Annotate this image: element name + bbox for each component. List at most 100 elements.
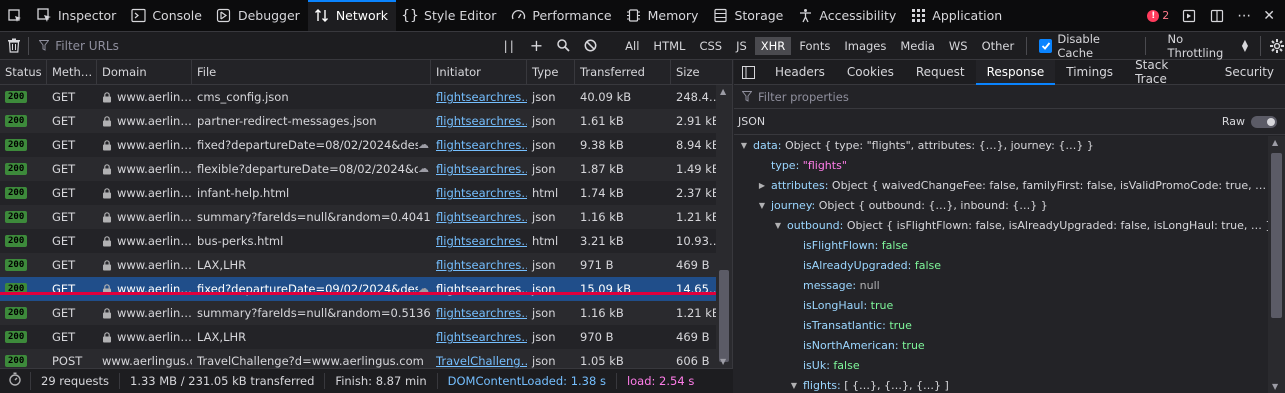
initiator-link[interactable]: flightsearchres…	[436, 277, 527, 301]
details-tab-response[interactable]: Response	[975, 60, 1056, 85]
table-row[interactable]: 200 GET www.aerlin… fixed?departureDate=09/…	[0, 277, 732, 301]
column-header-file[interactable]: File	[192, 59, 431, 85]
details-tab-timings[interactable]: Timings	[1055, 60, 1124, 84]
expanded-chevron-icon[interactable]: ▼	[738, 141, 750, 150]
tab-console[interactable]: Console	[124, 0, 210, 31]
table-row[interactable]: 200 GET www.aerlin… summary?fareIds=null&ra…	[0, 205, 732, 229]
table-row[interactable]: 200 GET www.aerlin… infant-help.html flights…	[0, 181, 732, 205]
element-picker-button[interactable]	[0, 0, 30, 31]
initiator-link[interactable]: flightsearchres…	[436, 229, 527, 253]
table-row[interactable]: 200 GET www.aerlin… fixed?departureDate=08/…	[0, 133, 732, 157]
more-options-icon[interactable]: ⋯	[1237, 8, 1251, 24]
column-header-initiator[interactable]: Initiator	[431, 59, 527, 85]
raw-toggle[interactable]: Raw	[1222, 115, 1277, 128]
collapsed-chevron-icon[interactable]: ▶	[756, 181, 768, 190]
performance-analysis-button[interactable]	[0, 372, 31, 390]
json-key: message:	[803, 278, 857, 292]
initiator-link[interactable]: flightsearchres…	[436, 253, 527, 277]
scroll-up-icon[interactable]: ▲	[720, 87, 726, 96]
request-list-scrollbar[interactable]: ▲ ▼	[716, 85, 732, 368]
filter-type-media[interactable]: Media	[894, 37, 941, 55]
table-row[interactable]: 200 GET www.aerlin… bus-perks.html flightsea…	[0, 229, 732, 253]
console-icon	[130, 8, 146, 24]
tab-style-editor[interactable]: {} Style Editor	[396, 0, 504, 31]
clear-button[interactable]	[0, 38, 28, 53]
expanded-chevron-icon[interactable]: ▼	[788, 381, 800, 390]
filter-type-other[interactable]: Other	[976, 37, 1021, 55]
network-settings-button[interactable]	[1259, 35, 1285, 56]
size-cell: 1.21 kB	[676, 306, 717, 320]
details-tab-security[interactable]: Security	[1214, 60, 1285, 84]
throttling-select[interactable]: No Throttling ▲ ▼	[1158, 32, 1248, 60]
filter-type-js[interactable]: JS	[730, 37, 753, 55]
expanded-chevron-icon[interactable]: ▼	[772, 221, 784, 230]
json-tree-row[interactable]: ▼ outbound: Object { isFlightFlown: false…	[734, 215, 1285, 235]
filter-type-ws[interactable]: WS	[943, 37, 974, 55]
details-tab-request[interactable]: Request	[905, 60, 976, 84]
filter-properties-input[interactable]: Filter properties	[734, 85, 1285, 109]
toggle-sidebar-button[interactable]	[734, 60, 764, 84]
column-header-size[interactable]: Size	[671, 60, 717, 85]
initiator-link[interactable]: flightsearchres…	[436, 109, 527, 133]
search-icon[interactable]	[557, 39, 570, 52]
add-request-icon[interactable]: +	[530, 36, 543, 55]
scroll-down-icon[interactable]: ▼	[720, 357, 726, 366]
table-row[interactable]: 200 GET www.aerlin… summary?fareIds=null&ra…	[0, 301, 732, 325]
table-row[interactable]: 200 GET www.aerlin… cms_config.json flightse…	[0, 85, 732, 109]
column-header-type[interactable]: Type	[527, 59, 575, 85]
tab-application[interactable]: Application	[904, 0, 1010, 31]
table-row[interactable]: 200 GET www.aerlin… flexible?departureDate=…	[0, 157, 732, 181]
json-key: isFlightFlown:	[803, 238, 879, 252]
initiator-link[interactable]: flightsearchres…	[436, 85, 527, 109]
filter-urls-input[interactable]: Filter URLs	[29, 39, 501, 53]
table-row[interactable]: 200 GET www.aerlin… partner-redirect-messag…	[0, 109, 732, 133]
close-icon[interactable]: ✕	[1263, 8, 1275, 24]
details-tab-headers[interactable]: Headers	[764, 60, 836, 84]
tab-inspector[interactable]: Inspector	[30, 0, 124, 31]
column-header-domain[interactable]: Domain	[97, 59, 192, 85]
json-tree-row[interactable]: ▼ journey: Object { outbound: {…}, inboun…	[734, 195, 1285, 215]
initiator-link[interactable]: flightsearchres…	[436, 325, 527, 349]
json-tree-row[interactable]: ▼ data: Object { type: "flights", attribu…	[734, 135, 1285, 155]
initiator-link[interactable]: flightsearchres…	[436, 133, 527, 157]
tab-network[interactable]: Network	[307, 0, 397, 31]
scrollbar-thumb[interactable]	[1271, 153, 1282, 318]
filter-type-html[interactable]: HTML	[647, 37, 691, 55]
column-header-method[interactable]: Meth…	[47, 59, 97, 85]
settings-icon[interactable]	[1181, 8, 1197, 24]
tab-performance[interactable]: Performance	[504, 0, 619, 31]
error-count-button[interactable]: ! 2	[1147, 9, 1169, 22]
table-row[interactable]: 200 GET www.aerlin… LAX,LHR flightsearchres……	[0, 253, 732, 277]
tab-debugger[interactable]: Debugger	[210, 0, 308, 31]
initiator-link[interactable]: flightsearchres…	[436, 205, 527, 229]
json-tree-row[interactable]: ▶ attributes: Object { waivedChangeFee: f…	[734, 175, 1285, 195]
initiator-link[interactable]: flightsearchres…	[436, 181, 527, 205]
initiator-link[interactable]: flightsearchres…	[436, 301, 527, 325]
tab-storage[interactable]: Storage	[706, 0, 791, 31]
size-cell: 2.91 kB	[676, 114, 717, 128]
tab-accessibility[interactable]: Accessibility	[791, 0, 904, 31]
table-row[interactable]: 200 GET www.aerlin… LAX,LHR flightsearchres……	[0, 325, 732, 349]
status-badge: 200	[5, 115, 28, 127]
tab-memory[interactable]: Memory	[620, 0, 707, 31]
column-header-status[interactable]: Status	[0, 59, 47, 85]
json-tree-row[interactable]: ▼ flights: [ {…}, {…}, {…} ]	[734, 375, 1285, 393]
filter-type-css[interactable]: CSS	[693, 37, 728, 55]
filter-type-images[interactable]: Images	[838, 37, 892, 55]
filter-type-fonts[interactable]: Fonts	[793, 37, 836, 55]
details-tab-cookies[interactable]: Cookies	[836, 60, 905, 84]
scroll-up-icon[interactable]: ▲	[1272, 138, 1278, 147]
details-tab-stack-trace[interactable]: Stack Trace	[1124, 58, 1214, 86]
dock-toggle-icon[interactable]	[1209, 8, 1225, 24]
filter-type-all[interactable]: All	[619, 37, 645, 55]
details-scrollbar[interactable]: ▲ ▼	[1268, 136, 1285, 393]
expanded-chevron-icon[interactable]: ▼	[756, 201, 768, 210]
column-header-transferred[interactable]: Transferred	[575, 59, 671, 85]
initiator-link[interactable]: flightsearchres…	[436, 157, 527, 181]
scroll-down-icon[interactable]: ▼	[1272, 382, 1278, 391]
filter-type-xhr[interactable]: XHR	[754, 36, 792, 55]
disable-cache-checkbox[interactable]: Disable Cache	[1039, 32, 1134, 60]
scrollbar-thumb[interactable]	[719, 270, 729, 362]
pause-icon[interactable]: ||	[504, 39, 516, 53]
block-icon[interactable]	[584, 39, 597, 52]
